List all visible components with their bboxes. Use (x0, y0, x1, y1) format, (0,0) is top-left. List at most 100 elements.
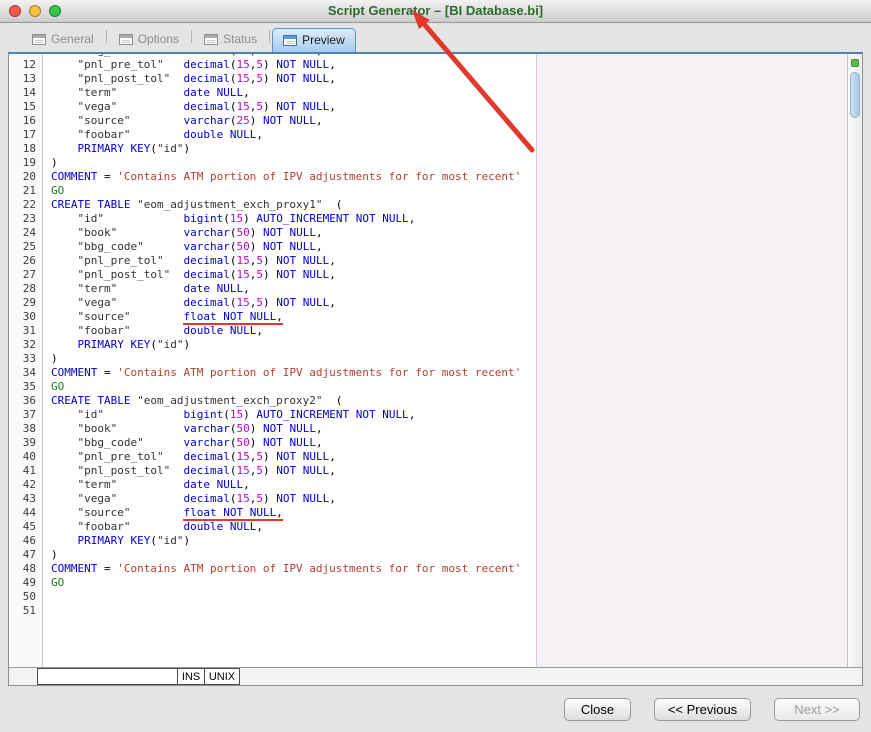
code-line[interactable]: ) (51, 156, 847, 170)
line-number: 33 (22, 352, 36, 365)
code-line[interactable]: GO (51, 184, 847, 198)
line-number: 29 (22, 296, 36, 309)
code-line[interactable]: GO (51, 380, 847, 394)
line-number: 47 (22, 548, 36, 561)
line-number: 19 (22, 156, 36, 169)
line-number: 45 (22, 520, 36, 533)
code-line[interactable]: GO (51, 576, 847, 590)
line-number: 48 (22, 562, 36, 575)
line-number: 35 (22, 380, 36, 393)
line-number: 14 (22, 86, 36, 99)
line-number: 13 (22, 72, 36, 85)
tab-preview[interactable]: Preview (272, 28, 356, 52)
line-number: 30 (22, 310, 36, 323)
line-number: 22 (22, 198, 36, 211)
code-line[interactable]: PRIMARY KEY("id") (51, 142, 847, 156)
code-line[interactable]: CREATE TABLE "eom_adjustment_exch_proxy1… (51, 198, 847, 212)
tab-general[interactable]: General (22, 28, 104, 52)
line-number: 23 (22, 212, 36, 225)
code-line[interactable]: COMMENT = 'Contains ATM portion of IPV a… (51, 562, 847, 576)
code-line[interactable]: PRIMARY KEY("id") (51, 534, 847, 548)
tab-label: Status (223, 32, 258, 46)
window-title: Script Generator – [BI Database.bi] (327, 3, 544, 18)
code-line[interactable]: ) (51, 548, 847, 562)
vertical-scrollbar[interactable] (847, 54, 862, 667)
code-line[interactable]: "pnl_post_tol" decimal(15,5) NOT NULL, (51, 268, 847, 282)
status-message-cell (37, 668, 178, 685)
code-line[interactable] (51, 590, 847, 604)
code-line[interactable]: "book" varchar(50) NOT NULL, (51, 226, 847, 240)
code-line[interactable]: "pnl_pre_tol" decimal(15,5) NOT NULL, (51, 58, 847, 72)
line-number: 36 (22, 394, 36, 407)
code-line[interactable]: "pnl_pre_tol" decimal(15,5) NOT NULL, (51, 450, 847, 464)
code-line[interactable]: "id" bigint(15) AUTO_INCREMENT NOT NULL, (51, 408, 847, 422)
line-number: 46 (22, 534, 36, 547)
form-icon (204, 33, 219, 45)
tab-separator (105, 30, 107, 43)
line-number: 49 (22, 576, 36, 589)
code-line[interactable]: CREATE TABLE "eom_adjustment_exch_proxy2… (51, 394, 847, 408)
close-window-button[interactable] (9, 5, 21, 17)
code-line[interactable]: "source" varchar(25) NOT NULL, (51, 114, 847, 128)
tab-bar: General Options Status Preview (0, 23, 871, 52)
form-icon (118, 33, 133, 45)
code-line[interactable]: "term" date NULL, (51, 282, 847, 296)
previous-button[interactable]: << Previous (654, 698, 751, 721)
code-line[interactable]: "term" date NULL, (51, 86, 847, 100)
code-line[interactable]: "book" varchar(50) NOT NULL, (51, 422, 847, 436)
zoom-window-button[interactable] (49, 5, 61, 17)
code-line[interactable]: "vega" decimal(15,5) NOT NULL, (51, 100, 847, 114)
code-line[interactable]: "vega" decimal(15,5) NOT NULL, (51, 492, 847, 506)
code-line[interactable]: "bbg_code" varchar(50) NOT NULL, (51, 436, 847, 450)
code-line[interactable]: PRIMARY KEY("id") (51, 338, 847, 352)
code-line[interactable]: "id" bigint(15) AUTO_INCREMENT NOT NULL, (51, 212, 847, 226)
preview-panel: 1112131415161718192021222324252627282930… (8, 52, 863, 686)
line-number: 26 (22, 254, 36, 267)
form-icon (32, 33, 46, 45)
code-editor[interactable]: "bbg_code" varchar(50) NOT NULL, "pnl_pr… (43, 54, 847, 667)
code-line[interactable]: "foobar" double NULL, (51, 128, 847, 142)
line-number: 15 (22, 100, 36, 113)
line-number: 25 (22, 240, 36, 253)
tab-options[interactable]: Options (109, 28, 189, 52)
code-line[interactable]: "term" date NULL, (51, 478, 847, 492)
line-number: 16 (22, 114, 36, 127)
line-number: 32 (22, 338, 36, 351)
line-number: 43 (22, 492, 36, 505)
line-number: 37 (22, 408, 36, 421)
code-line[interactable] (51, 604, 847, 618)
form-icon (283, 34, 298, 46)
tab-separator (269, 30, 271, 43)
code-line[interactable]: "pnl_post_tol" decimal(15,5) NOT NULL, (51, 72, 847, 86)
tab-status[interactable]: Status (194, 28, 267, 52)
code-line[interactable]: "vega" decimal(15,5) NOT NULL, (51, 296, 847, 310)
code-line[interactable]: ) (51, 352, 847, 366)
minimize-window-button[interactable] (29, 5, 41, 17)
insert-mode-indicator: INS (177, 668, 205, 685)
line-number: 41 (22, 464, 36, 477)
scrollbar-thumb[interactable] (850, 72, 860, 118)
code-line[interactable]: "pnl_post_tol" decimal(15,5) NOT NULL, (51, 464, 847, 478)
code-line[interactable]: "bbg_code" varchar(50) NOT NULL, (51, 240, 847, 254)
line-number: 18 (22, 142, 36, 155)
close-button[interactable]: Close (564, 698, 631, 721)
titlebar[interactable]: Script Generator – [BI Database.bi] (0, 0, 871, 23)
code-line[interactable]: COMMENT = 'Contains ATM portion of IPV a… (51, 170, 847, 184)
code-line[interactable]: "foobar" double NULL, (51, 324, 847, 338)
code-line[interactable]: "pnl_pre_tol" decimal(15,5) NOT NULL, (51, 254, 847, 268)
code-line[interactable]: "foobar" double NULL, (51, 520, 847, 534)
code-line[interactable]: "source" float NOT NULL, (51, 310, 847, 325)
line-number: 24 (22, 226, 36, 239)
code-line[interactable]: COMMENT = 'Contains ATM portion of IPV a… (51, 366, 847, 380)
line-number: 31 (22, 324, 36, 337)
line-number: 38 (22, 422, 36, 435)
next-button[interactable]: Next >> (774, 698, 860, 721)
line-number: 39 (22, 436, 36, 449)
editor-status-bar: INS UNIX (9, 667, 862, 685)
line-number: 27 (22, 268, 36, 281)
code-lines[interactable]: "bbg_code" varchar(50) NOT NULL, "pnl_pr… (43, 54, 847, 618)
code-line[interactable]: "source" float NOT NULL, (51, 506, 847, 521)
line-number: 40 (22, 450, 36, 463)
tab-separator (191, 30, 193, 43)
line-number: 34 (22, 366, 36, 379)
